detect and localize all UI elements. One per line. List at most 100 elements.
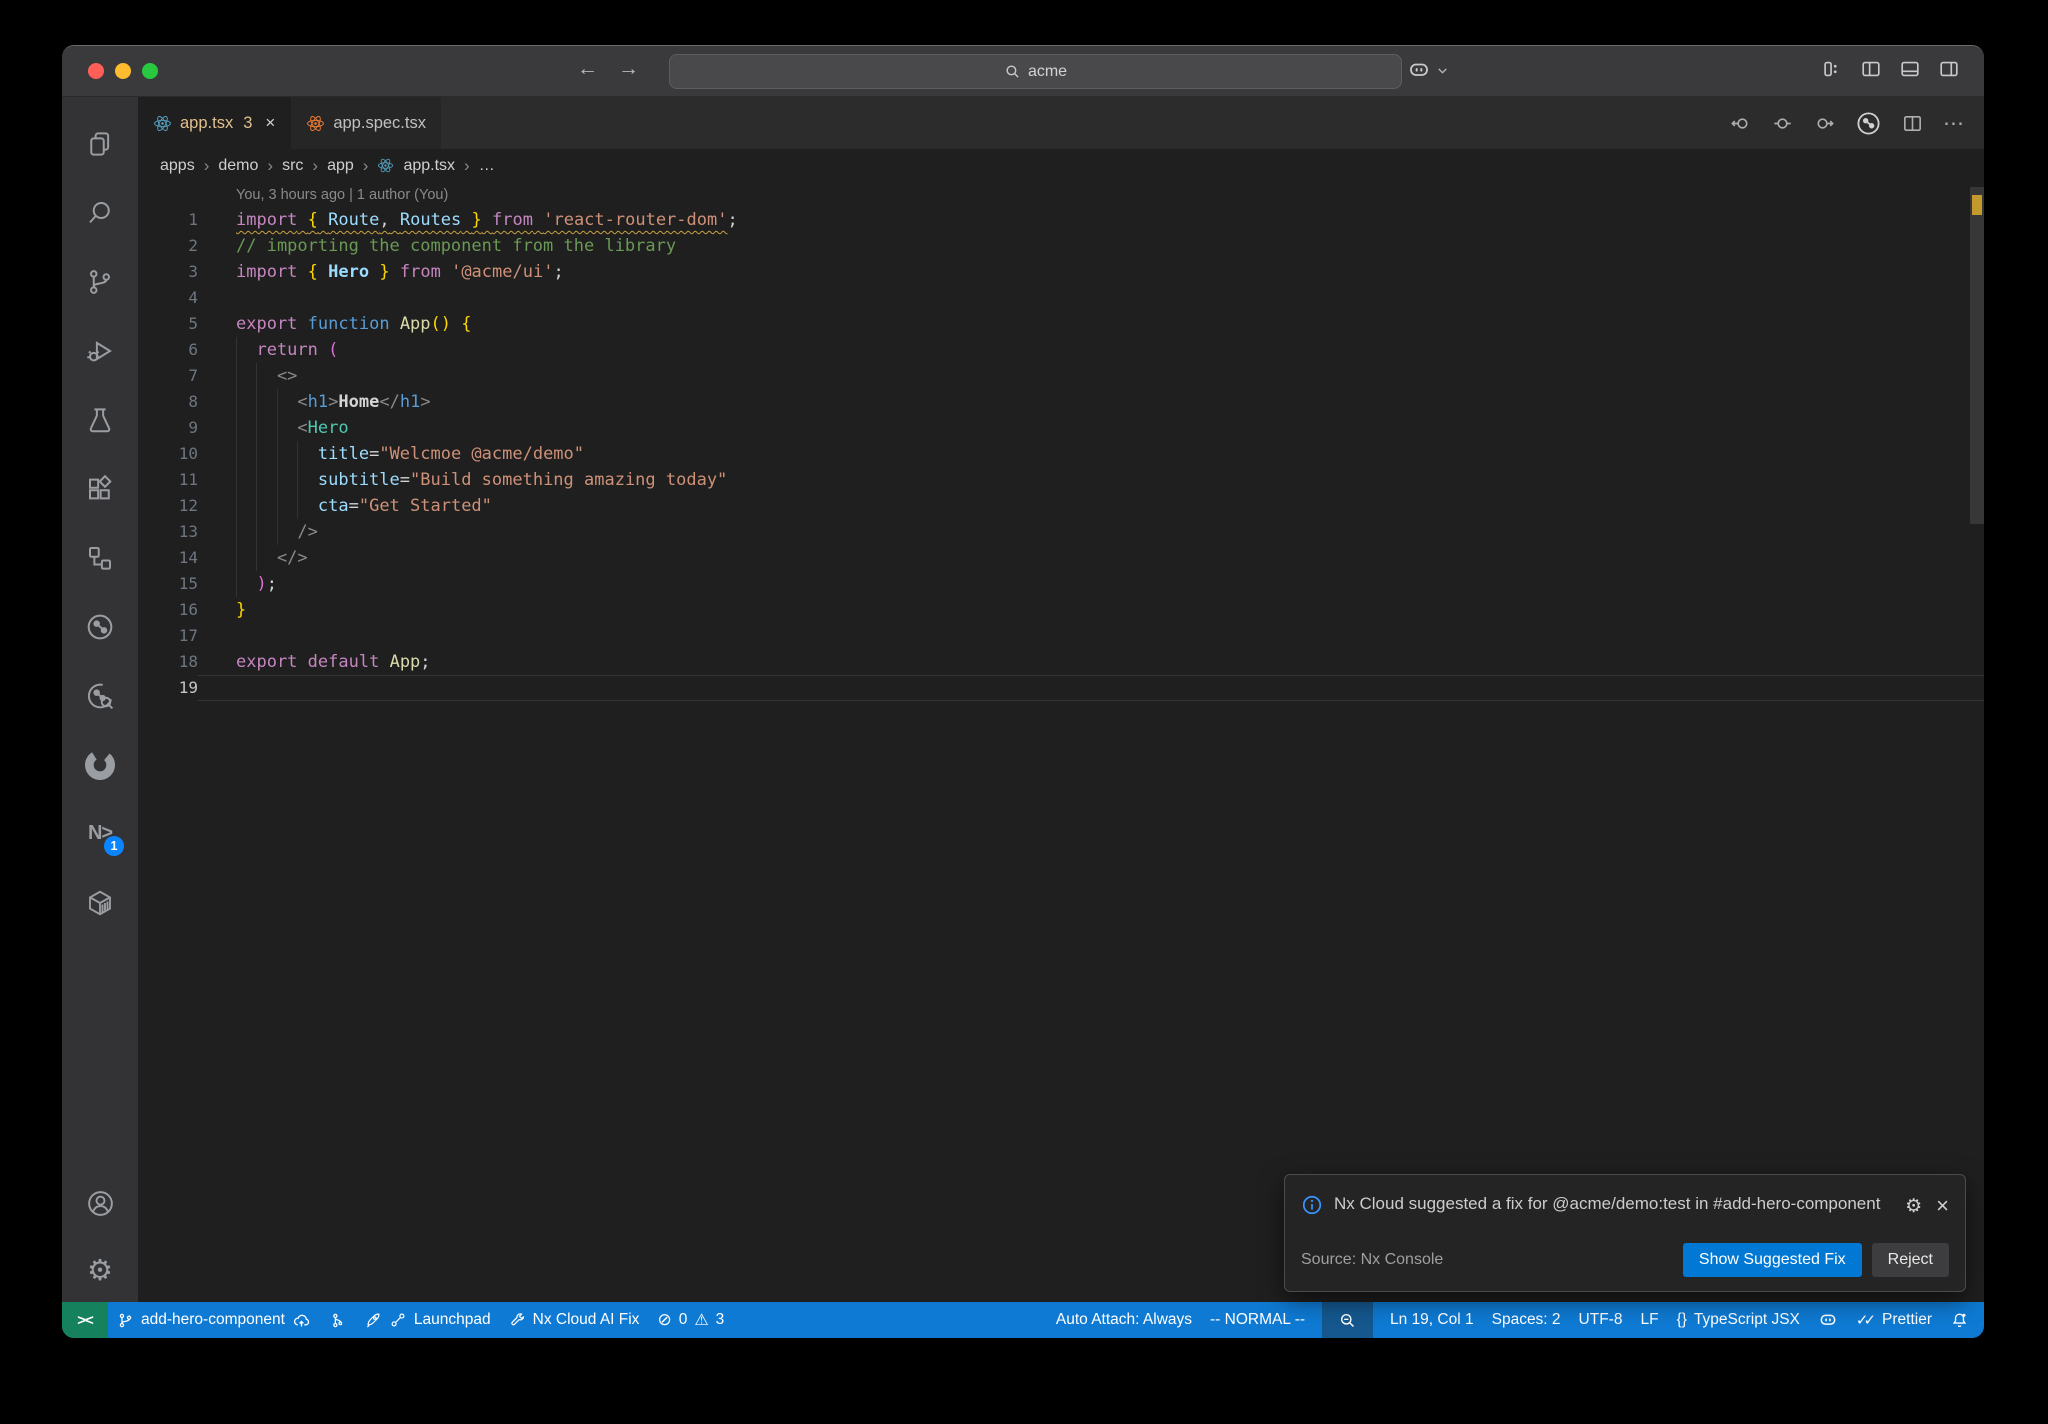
close-window-button[interactable] — [88, 63, 104, 79]
toggle-panel-icon[interactable] — [1899, 58, 1921, 80]
sidebar-item-explorer[interactable] — [62, 109, 138, 178]
code-line[interactable]: 5 export function App() { — [138, 311, 1984, 337]
code-line[interactable]: 14 </> — [138, 545, 1984, 571]
line-number[interactable]: 7 — [138, 363, 198, 389]
show-suggested-fix-button[interactable]: Show Suggested Fix — [1682, 1243, 1862, 1277]
code-line[interactable]: 3 import { Hero } from '@acme/ui'; — [138, 259, 1984, 285]
line-number[interactable]: 17 — [138, 623, 198, 649]
code-line[interactable]: 8 <h1>Home</h1> — [138, 389, 1984, 415]
code-line[interactable]: 4 — [138, 285, 1984, 311]
copilot-status-item[interactable] — [1809, 1302, 1847, 1338]
zoom-status-item[interactable] — [1322, 1302, 1374, 1338]
code-line[interactable]: 10 title="Welcmoe @acme/demo" — [138, 441, 1984, 467]
notification-close-icon[interactable]: × — [1936, 1193, 1949, 1219]
sidebar-item-project-structure[interactable] — [62, 523, 138, 592]
line-number[interactable]: 1 — [138, 207, 198, 233]
code-line[interactable]: 13 /> — [138, 519, 1984, 545]
command-center-search[interactable]: acme — [669, 54, 1402, 89]
breadcrumb-more[interactable]: … — [479, 157, 495, 175]
sidebar-item-extensions[interactable] — [62, 454, 138, 523]
auto-attach-status-item[interactable]: Auto Attach: Always — [1047, 1302, 1201, 1338]
line-number[interactable]: 15 — [138, 571, 198, 597]
code-line[interactable]: 11 subtitle="Build something amazing tod… — [138, 467, 1984, 493]
line-number[interactable]: 4 — [138, 285, 198, 311]
line-number[interactable]: 11 — [138, 467, 198, 493]
sidebar-item-run-debug[interactable] — [62, 316, 138, 385]
line-number[interactable]: 12 — [138, 493, 198, 519]
history-forward-icon[interactable]: → — [618, 57, 639, 81]
line-number[interactable]: 19 — [138, 675, 198, 701]
code-line[interactable]: 16} — [138, 597, 1984, 623]
line-number[interactable]: 18 — [138, 649, 198, 675]
cursor-position-status-item[interactable]: Ln 19, Col 1 — [1381, 1302, 1483, 1338]
vim-mode-status-item[interactable]: -- NORMAL -- — [1201, 1302, 1314, 1338]
encoding-status-item[interactable]: UTF-8 — [1570, 1302, 1632, 1338]
sidebar-item-package[interactable] — [62, 868, 138, 937]
customize-layout-icon[interactable] — [1821, 58, 1843, 80]
line-number[interactable]: 9 — [138, 415, 198, 441]
breadcrumb-item[interactable]: src — [282, 157, 303, 175]
tab-app-tsx[interactable]: app.tsx 3 × — [138, 97, 291, 149]
launchpad-status-item[interactable]: Launchpad — [355, 1302, 500, 1338]
indentation-status-item[interactable]: Spaces: 2 — [1483, 1302, 1570, 1338]
sidebar-item-search[interactable] — [62, 178, 138, 247]
breadcrumb-item[interactable]: demo — [218, 157, 258, 175]
code-line[interactable]: 17 — [138, 623, 1984, 649]
sidebar-item-source-control[interactable] — [62, 247, 138, 316]
nav-circle-icon[interactable] — [1771, 112, 1794, 135]
line-number[interactable]: 13 — [138, 519, 198, 545]
code-line[interactable]: 9 <Hero — [138, 415, 1984, 441]
close-icon[interactable]: × — [265, 113, 275, 133]
nav-forward-icon[interactable] — [1813, 112, 1836, 135]
chevron-down-icon[interactable] — [1436, 64, 1449, 77]
notifications-status-item[interactable] — [1941, 1302, 1978, 1338]
accounts-button[interactable] — [62, 1169, 138, 1238]
line-number[interactable]: 10 — [138, 441, 198, 467]
source-control-graph-item[interactable] — [320, 1302, 355, 1338]
breadcrumb-file[interactable]: app.tsx — [403, 157, 455, 175]
nx-run-graph-icon[interactable] — [1855, 110, 1882, 137]
code-line[interactable]: 2 // importing the component from the lib… — [138, 233, 1984, 259]
reject-button[interactable]: Reject — [1871, 1243, 1949, 1277]
history-back-icon[interactable]: ← — [577, 57, 598, 81]
minimize-window-button[interactable] — [115, 63, 131, 79]
sidebar-item-testing[interactable] — [62, 385, 138, 454]
breadcrumb-item[interactable]: app — [327, 157, 354, 175]
code-line[interactable]: 15 ); — [138, 571, 1984, 597]
scrollbar[interactable] — [1970, 187, 1984, 524]
toggle-sidebar-icon[interactable] — [1860, 58, 1882, 80]
formatter-status-item[interactable]: ✓✓ Prettier — [1847, 1302, 1941, 1338]
settings-button[interactable]: ⚙ — [62, 1238, 138, 1302]
code-line[interactable]: 6 return ( — [138, 337, 1984, 363]
split-editor-icon[interactable] — [1901, 112, 1924, 135]
line-number[interactable]: 8 — [138, 389, 198, 415]
code-line[interactable]: 1 import { Route, Routes } from 'react-ro… — [138, 207, 1984, 233]
code-line[interactable]: 12 cta="Get Started" — [138, 493, 1984, 519]
toggle-secondary-sidebar-icon[interactable] — [1938, 58, 1960, 80]
line-number[interactable]: 5 — [138, 311, 198, 337]
sidebar-item-nx-graph[interactable] — [62, 592, 138, 661]
nav-back-icon[interactable] — [1729, 112, 1752, 135]
tab-app-spec-tsx[interactable]: app.spec.tsx — [290, 97, 441, 149]
line-number[interactable]: 6 — [138, 337, 198, 363]
line-number[interactable]: 3 — [138, 259, 198, 285]
breadcrumb-item[interactable]: apps — [160, 157, 195, 175]
remote-indicator[interactable]: >< — [62, 1302, 108, 1338]
sidebar-item-edge-tools[interactable] — [62, 730, 138, 799]
branch-status-item[interactable]: add-hero-component — [108, 1302, 320, 1338]
code-line[interactable]: 19 — [138, 675, 1984, 701]
line-number[interactable]: 14 — [138, 545, 198, 571]
eol-status-item[interactable]: LF — [1631, 1302, 1667, 1338]
copilot-icon[interactable] — [1407, 58, 1431, 82]
code-line[interactable]: 7 <> — [138, 363, 1984, 389]
notification-settings-icon[interactable]: ⚙ — [1905, 1195, 1922, 1218]
sidebar-item-nx-project-details[interactable] — [62, 661, 138, 730]
nx-cloud-fix-status-item[interactable]: Nx Cloud AI Fix — [500, 1302, 649, 1338]
language-mode-status-item[interactable]: {} TypeScript JSX — [1668, 1302, 1809, 1338]
line-number[interactable]: 16 — [138, 597, 198, 623]
more-actions-icon[interactable]: ⋯ — [1943, 111, 1964, 136]
problems-status-item[interactable]: ⊘ 0 ⚠ 3 — [648, 1302, 733, 1338]
line-number[interactable]: 2 — [138, 233, 198, 259]
zoom-window-button[interactable] — [142, 63, 158, 79]
code-line[interactable]: 18 export default App; — [138, 649, 1984, 675]
